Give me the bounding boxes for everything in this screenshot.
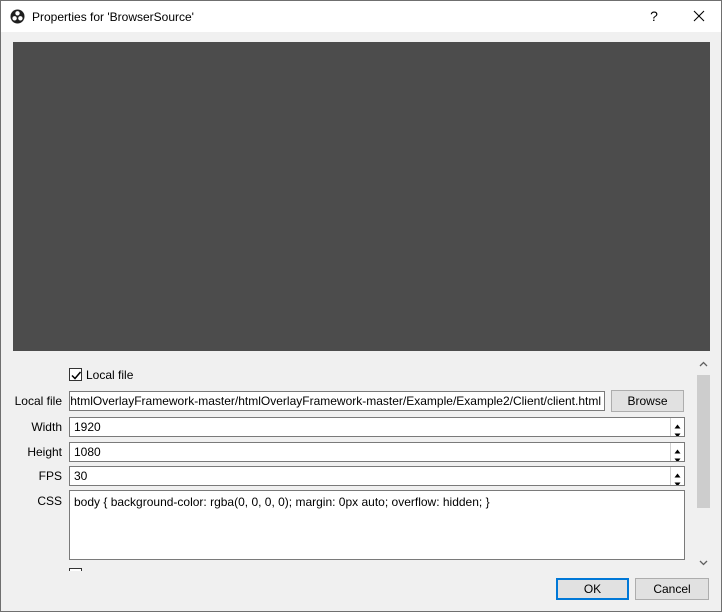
css-value: body { background-color: rgba(0, 0, 0, 0… xyxy=(74,495,490,509)
fps-spinner[interactable] xyxy=(670,467,684,485)
cancel-button[interactable]: Cancel xyxy=(635,578,709,600)
spin-up-icon[interactable] xyxy=(671,418,684,429)
help-button[interactable]: ? xyxy=(637,1,671,32)
fps-value: 30 xyxy=(74,469,88,483)
title-bar[interactable]: Properties for 'BrowserSource' ? xyxy=(1,1,721,32)
close-icon xyxy=(693,10,705,22)
fps-label: FPS xyxy=(38,469,62,483)
spin-down-icon[interactable] xyxy=(671,427,684,436)
properties-dialog: Properties for 'BrowserSource' ? Local f… xyxy=(0,0,722,612)
local-file-path-value: C:/Users/Downloads/htmlOverlayFramework-… xyxy=(70,394,601,408)
window-title: Properties for 'BrowserSource' xyxy=(32,10,194,24)
fps-input[interactable]: 30 xyxy=(69,466,685,486)
width-spinner[interactable] xyxy=(670,418,684,436)
spin-up-icon[interactable] xyxy=(671,443,684,454)
local-file-checkbox[interactable] xyxy=(69,368,82,381)
form-scrollbar[interactable] xyxy=(695,356,712,571)
css-textarea[interactable]: body { background-color: rgba(0, 0, 0, 0… xyxy=(69,490,685,560)
properties-form: Local file Local file C:/Users/Downloads… xyxy=(1,356,695,571)
ok-button[interactable]: OK xyxy=(556,578,629,600)
height-spinner[interactable] xyxy=(670,443,684,461)
browse-button[interactable]: Browse xyxy=(611,390,684,412)
checkmark-icon xyxy=(71,371,82,380)
scroll-thumb[interactable] xyxy=(697,375,710,508)
local-file-checkbox-label[interactable]: Local file xyxy=(86,368,133,382)
local-file-path-input[interactable]: C:/Users/Downloads/htmlOverlayFramework-… xyxy=(69,391,605,411)
browser-source-preview xyxy=(13,42,710,351)
height-input[interactable]: 1080 xyxy=(69,442,685,462)
height-label: Height xyxy=(27,445,62,459)
close-button[interactable] xyxy=(679,1,719,32)
width-label: Width xyxy=(31,420,62,434)
spin-down-icon[interactable] xyxy=(671,452,684,461)
spin-down-icon[interactable] xyxy=(671,476,684,485)
css-label: CSS xyxy=(37,494,62,508)
scroll-down-icon[interactable] xyxy=(695,554,712,571)
obs-logo-icon xyxy=(10,9,25,24)
next-option-checkbox[interactable] xyxy=(69,568,82,571)
spin-up-icon[interactable] xyxy=(671,467,684,478)
width-input[interactable]: 1920 xyxy=(69,417,685,437)
scroll-up-icon[interactable] xyxy=(695,356,712,373)
local-file-label: Local file xyxy=(14,394,62,408)
width-value: 1920 xyxy=(74,420,101,434)
height-value: 1080 xyxy=(74,445,101,459)
